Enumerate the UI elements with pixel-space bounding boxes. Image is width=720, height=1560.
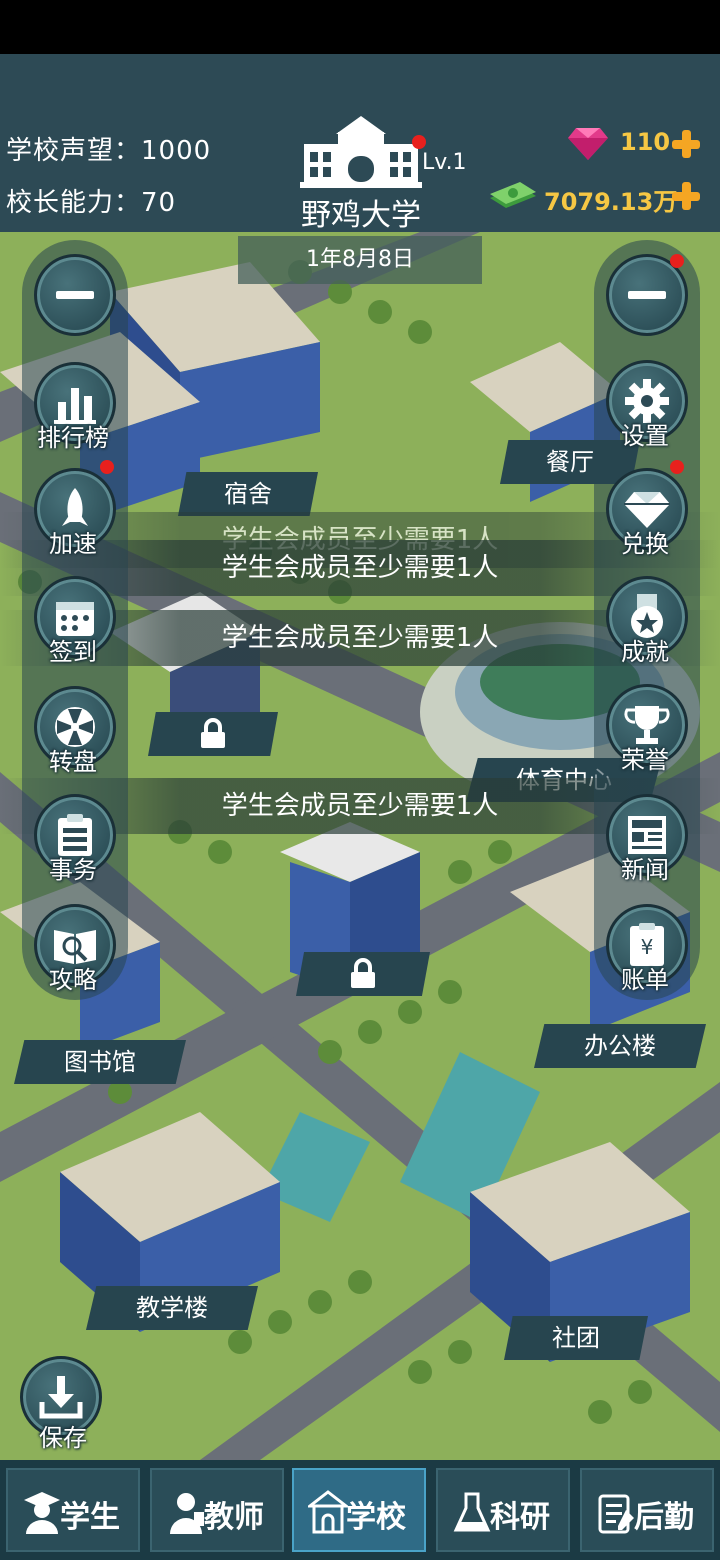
flask-icon bbox=[453, 1492, 491, 1532]
settings-button[interactable]: 设置 bbox=[600, 354, 696, 458]
speedup-badge bbox=[100, 460, 114, 474]
tab-students-label: 学生 bbox=[60, 1500, 120, 1535]
affairs-button[interactable]: 事务 bbox=[28, 788, 124, 892]
add-gems-button[interactable] bbox=[670, 128, 702, 160]
tab-teachers[interactable]: 教师 bbox=[150, 1468, 284, 1552]
student-icon bbox=[24, 1492, 60, 1534]
guide-button[interactable]: 攻略 bbox=[28, 898, 124, 1002]
achievement-button[interactable]: 成就 bbox=[600, 570, 696, 674]
teacher-icon bbox=[170, 1493, 204, 1534]
wheel-button[interactable]: 转盘 bbox=[28, 680, 124, 784]
save-label: 保存 bbox=[39, 1424, 87, 1452]
school-icon bbox=[308, 1490, 348, 1534]
tab-research[interactable]: 科研 bbox=[436, 1468, 570, 1552]
lock-icon bbox=[201, 718, 225, 748]
left-collapse-button[interactable] bbox=[28, 248, 124, 352]
school-level: Lv.1 bbox=[422, 150, 467, 175]
minus-icon bbox=[34, 254, 116, 336]
tab-school[interactable]: 学校 bbox=[292, 1468, 426, 1552]
status-bar bbox=[0, 0, 720, 54]
library-sign[interactable]: 图书馆 bbox=[14, 1040, 186, 1084]
tab-teachers-label: 教师 bbox=[204, 1500, 264, 1535]
speedup-label: 加速 bbox=[49, 530, 97, 558]
gem-icon bbox=[568, 126, 608, 160]
dorm-sign[interactable]: 宿舍 bbox=[178, 472, 318, 516]
right-collapse-badge bbox=[670, 254, 684, 268]
settings-label: 设置 bbox=[621, 422, 669, 450]
tab-research-label: 科研 bbox=[490, 1500, 550, 1535]
tab-logistics-label: 后勤 bbox=[634, 1500, 694, 1535]
school-name: 野鸡大学 bbox=[301, 198, 421, 233]
game-date: 1年8月8日 bbox=[238, 236, 482, 284]
honor-button[interactable]: 荣誉 bbox=[600, 678, 696, 782]
club-sign[interactable]: 社团 bbox=[504, 1316, 648, 1360]
reputation-value: 1000 bbox=[141, 136, 212, 166]
ability-stat: 校长能力：70 bbox=[6, 182, 176, 219]
logistics-icon bbox=[598, 1494, 634, 1534]
speedup-button[interactable]: 加速 bbox=[28, 462, 124, 566]
money-count: 7079.13万 bbox=[544, 188, 678, 216]
ability-value: 70 bbox=[141, 188, 177, 218]
ranking-label: 排行榜 bbox=[37, 424, 109, 452]
bottom-tab-bar: 学生 教师 学校 科研 后勤 bbox=[0, 1460, 720, 1560]
bill-button[interactable]: ¥ 账单 bbox=[600, 898, 696, 1002]
teaching-building-sign[interactable]: 教学楼 bbox=[86, 1286, 258, 1330]
add-money-button[interactable] bbox=[670, 180, 702, 212]
reputation-label: 学校声望： bbox=[6, 136, 142, 166]
office-building-sign[interactable]: 办公楼 bbox=[534, 1024, 706, 1068]
honor-label: 荣誉 bbox=[621, 746, 669, 774]
svg-text:¥: ¥ bbox=[641, 935, 654, 959]
locked-building-sign[interactable] bbox=[148, 712, 278, 756]
tab-students[interactable]: 学生 bbox=[6, 1468, 140, 1552]
news-label: 新闻 bbox=[621, 856, 669, 884]
exchange-badge bbox=[670, 460, 684, 474]
lock-icon bbox=[351, 958, 375, 988]
news-button[interactable]: 新闻 bbox=[600, 788, 696, 892]
save-button[interactable]: 保存 bbox=[18, 1356, 108, 1456]
bill-label: 账单 bbox=[621, 966, 669, 994]
school-badge bbox=[412, 135, 426, 149]
gem-count: 110 bbox=[620, 128, 671, 156]
reputation-stat: 学校声望：1000 bbox=[6, 130, 211, 167]
checkin-label: 签到 bbox=[49, 638, 97, 666]
ranking-button[interactable]: 排行榜 bbox=[28, 356, 124, 460]
guide-label: 攻略 bbox=[49, 966, 97, 994]
exchange-button[interactable]: 兑换 bbox=[600, 462, 696, 566]
checkin-button[interactable]: 签到 bbox=[28, 570, 124, 674]
exchange-label: 兑换 bbox=[621, 530, 669, 558]
money-icon bbox=[490, 182, 536, 212]
wheel-label: 转盘 bbox=[49, 748, 97, 776]
affairs-label: 事务 bbox=[49, 856, 97, 884]
tab-logistics[interactable]: 后勤 bbox=[580, 1468, 714, 1552]
achievement-label: 成就 bbox=[621, 638, 669, 666]
ability-label: 校长能力： bbox=[6, 188, 142, 218]
tab-school-label: 学校 bbox=[346, 1500, 406, 1535]
locked-building-sign-2[interactable] bbox=[296, 952, 430, 996]
